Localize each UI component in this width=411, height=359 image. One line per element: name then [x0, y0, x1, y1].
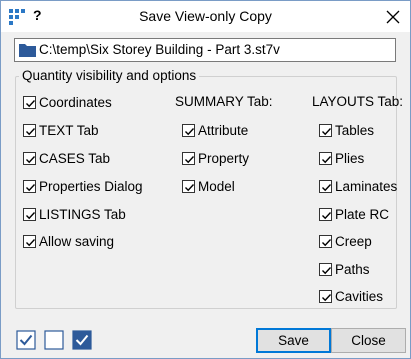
laminates-checkbox[interactable]: Laminates [319, 179, 397, 194]
checkbox-label: LISTINGS Tab [39, 207, 126, 222]
checkbox-box[interactable] [319, 235, 332, 248]
checkbox-box[interactable] [319, 263, 332, 276]
paths-checkbox[interactable]: Paths [319, 262, 370, 277]
checkbox-label: Cavities [335, 289, 384, 304]
close-icon[interactable] [385, 9, 401, 25]
checkbox-label: Creep [335, 234, 372, 249]
tables-checkbox[interactable]: Tables [319, 123, 374, 138]
check-all-icon[interactable] [16, 330, 36, 350]
save-view-only-dialog: ? Save View-only Copy C:\temp\Six Storey… [0, 0, 411, 359]
layouts-tab-heading: LAYOUTS Tab: [312, 94, 404, 109]
checkbox-label: Plate RC [335, 207, 390, 222]
checkbox-label: Properties Dialog [39, 179, 143, 194]
window-title: Save View-only Copy [139, 8, 272, 24]
checkbox-label: TEXT Tab [39, 123, 99, 138]
save-button-label: Save [278, 333, 309, 348]
checkbox-box[interactable] [319, 208, 332, 221]
checkbox-box[interactable] [182, 180, 195, 193]
save-button[interactable]: Save [256, 328, 331, 353]
plate-rc-checkbox[interactable]: Plate RC [319, 207, 389, 222]
checkbox-box[interactable] [23, 235, 36, 248]
checkbox-box[interactable] [182, 152, 195, 165]
checkbox-label: Coordinates [39, 95, 112, 110]
checkbox-label: Attribute [198, 123, 249, 138]
checkbox-box[interactable] [319, 124, 332, 137]
checkbox-label: Paths [335, 262, 370, 277]
checkbox-box[interactable] [319, 152, 332, 165]
allow-saving-checkbox[interactable]: Allow saving [23, 234, 114, 249]
checkbox-label: Laminates [335, 179, 398, 194]
checkbox-label: CASES Tab [39, 151, 111, 166]
close-button[interactable]: Close [331, 328, 406, 353]
text-tab-checkbox[interactable]: TEXT Tab [23, 123, 99, 138]
close-button-label: Close [351, 333, 386, 348]
properties-dialog-checkbox[interactable]: Properties Dialog [23, 179, 143, 194]
title-bar: ? Save View-only Copy [1, 1, 410, 32]
cavities-checkbox[interactable]: Cavities [319, 289, 383, 304]
uncheck-all-icon[interactable] [44, 330, 64, 350]
checkbox-box[interactable] [23, 96, 36, 109]
checkbox-box[interactable] [23, 152, 36, 165]
creep-checkbox[interactable]: Creep [319, 234, 372, 249]
file-path-text: C:\temp\Six Storey Building - Part 3.st7… [39, 42, 280, 57]
attribute-checkbox[interactable]: Attribute [182, 123, 248, 138]
checkbox-box[interactable] [23, 124, 36, 137]
summary-tab-heading: SUMMARY Tab: [175, 94, 273, 109]
file-path-field[interactable]: C:\temp\Six Storey Building - Part 3.st7… [14, 38, 396, 62]
plies-checkbox[interactable]: Plies [319, 151, 364, 166]
checkbox-box[interactable] [319, 180, 332, 193]
checkbox-box[interactable] [319, 290, 332, 303]
folder-icon [19, 44, 36, 57]
checkbox-box[interactable] [23, 180, 36, 193]
checkbox-label: Tables [335, 123, 375, 138]
model-checkbox[interactable]: Model [182, 179, 235, 194]
checkbox-label: Model [198, 179, 235, 194]
listings-tab-checkbox[interactable]: LISTINGS Tab [23, 207, 126, 222]
coordinates-checkbox[interactable]: Coordinates [23, 95, 112, 110]
property-checkbox[interactable]: Property [182, 151, 249, 166]
checkbox-label: Allow saving [39, 234, 115, 249]
checkbox-box[interactable] [182, 124, 195, 137]
cases-tab-checkbox[interactable]: CASES Tab [23, 151, 110, 166]
checkbox-label: Plies [335, 151, 365, 166]
checkbox-box[interactable] [23, 208, 36, 221]
toggle-all-icon[interactable] [72, 330, 92, 350]
group-legend: Quantity visibility and options [19, 68, 200, 83]
checkbox-label: Property [198, 151, 250, 166]
